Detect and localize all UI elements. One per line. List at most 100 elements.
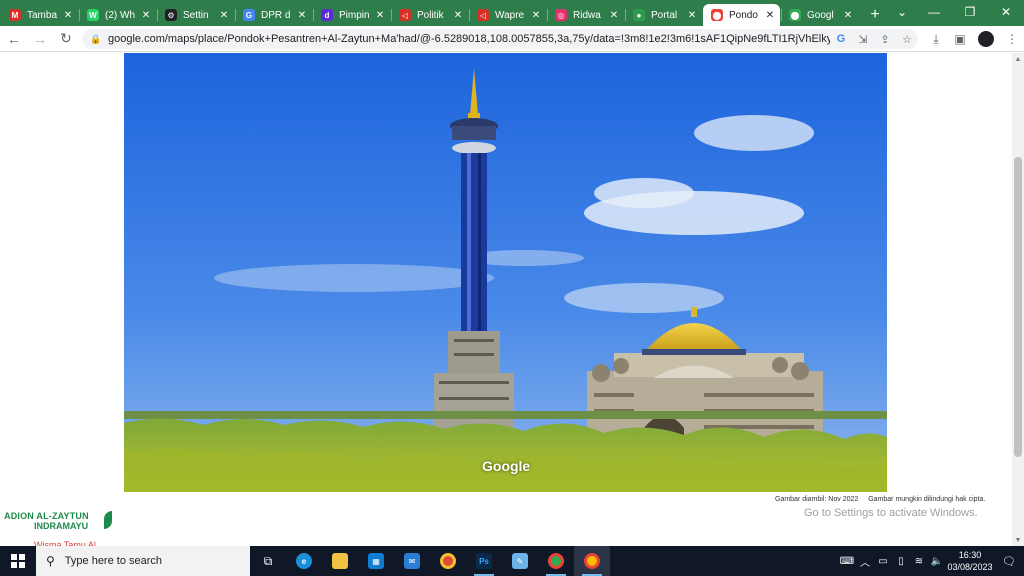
volume-icon[interactable]: 🔈 — [928, 556, 946, 567]
tab-close-icon[interactable]: ✕ — [686, 10, 698, 21]
battery-icon[interactable]: ▭ — [874, 556, 892, 567]
tab-favicon-icon: M — [9, 9, 21, 21]
caption-copyright: Gambar mungkin dilindungi hak cipta. — [868, 496, 986, 503]
page-content: Google Gambar diambil: Nov 2022 Gambar m… — [0, 53, 1024, 550]
tab-title: Pondo — [729, 9, 758, 21]
tab-favicon-icon: ◁ — [477, 9, 489, 21]
close-window-button[interactable]: ✕ — [988, 0, 1024, 24]
tab-favicon-icon: ⬤ — [789, 9, 801, 21]
sidepanel-icon[interactable]: ▣ — [948, 32, 972, 46]
reload-icon[interactable]: ↻ — [54, 27, 78, 51]
activate-windows-watermark: Go to Settings to activate Windows. — [804, 507, 978, 519]
lock-icon[interactable]: 🔒 — [90, 34, 101, 44]
restore-button[interactable]: ❐ — [952, 0, 988, 24]
photo-caption: Gambar diambil: Nov 2022 Gambar mungkin … — [775, 496, 993, 503]
tab-3[interactable]: G DPR d ✕ — [235, 4, 312, 26]
tab-close-icon[interactable]: ✕ — [140, 10, 152, 21]
scroll-down-icon[interactable]: ▼ — [1012, 534, 1024, 546]
tab-close-icon[interactable]: ✕ — [608, 10, 620, 21]
caption-date: Gambar diambil: Nov 2022 — [775, 496, 859, 503]
photoshop-icon[interactable]: Ps — [466, 546, 502, 576]
windows-start-icon[interactable] — [0, 546, 36, 576]
tab-favicon-icon: ⚙ — [165, 9, 177, 21]
mail-icon[interactable]: ✉ — [394, 546, 430, 576]
tab-close-icon[interactable]: ✕ — [62, 10, 74, 21]
tab-favicon-icon: ◎ — [555, 9, 567, 21]
scroll-up-icon[interactable]: ▲ — [1012, 53, 1024, 65]
tab-9[interactable]: ⬤ Pondo ✕ — [703, 4, 780, 26]
tab-8[interactable]: ● Portal ✕ — [625, 4, 702, 26]
notes-app-icon[interactable]: ✎ — [502, 546, 538, 576]
tab-2[interactable]: ⚙ Settin ✕ — [157, 4, 234, 26]
share-icon[interactable]: ⇪ — [874, 33, 896, 46]
tab-title: Ridwa — [573, 9, 601, 21]
site-logo[interactable]: ADION AL-ZAYTUN INDRAMAYU — [4, 511, 112, 535]
tab-close-icon[interactable]: ✕ — [218, 10, 230, 21]
system-tray: ⌨ ︿ ▭ ▯ ≋ 🔈 16:30 03/08/2023 🗨 — [838, 546, 1024, 576]
tab-search-button[interactable]: ⌄ — [884, 0, 920, 24]
tab-5[interactable]: ◁ Politik ✕ — [391, 4, 468, 26]
clock-date: 03/08/2023 — [947, 562, 993, 572]
menu-icon[interactable]: ⋮ — [1000, 32, 1024, 46]
tab-10[interactable]: ⬤ Googl ✕ — [781, 4, 858, 26]
explorer-icon[interactable] — [322, 546, 358, 576]
download-icon[interactable]: ⤓ — [924, 32, 948, 47]
tab-close-icon[interactable]: ✕ — [530, 10, 542, 21]
scroll-thumb[interactable] — [1014, 157, 1022, 457]
device-icon[interactable]: ▯ — [892, 556, 910, 567]
tab-title: Portal — [651, 9, 678, 21]
tab-favicon-icon: ● — [633, 9, 645, 21]
logo-line2: INDRAMAYU — [34, 521, 89, 531]
profile-avatar[interactable] — [978, 31, 994, 47]
tab-favicon-icon: d — [321, 9, 333, 21]
tab-close-icon[interactable]: ✕ — [374, 10, 386, 21]
store-icon[interactable]: ▦ — [358, 546, 394, 576]
tab-close-icon[interactable]: ✕ — [764, 10, 776, 21]
tab-close-icon[interactable]: ✕ — [452, 10, 464, 21]
taskbar-search[interactable]: ⚲ Type here to search — [36, 546, 250, 576]
tab-title: DPR d — [261, 9, 291, 21]
clock-time: 16:30 — [958, 550, 982, 560]
forward-icon[interactable]: → — [28, 27, 52, 51]
tab-4[interactable]: d Pimpin ✕ — [313, 4, 390, 26]
tab-0[interactable]: M Tamba ✕ — [1, 4, 78, 26]
url-text[interactable]: google.com/maps/place/Pondok+Pesantren+A… — [108, 33, 830, 45]
tab-title: Tamba — [27, 9, 58, 21]
google-watermark: Google — [482, 458, 531, 474]
tab-favicon-icon: W — [87, 9, 99, 21]
tab-title: Settin — [183, 9, 209, 21]
tab-title: Wapre — [495, 9, 525, 21]
keyboard-icon[interactable]: ⌨ — [838, 556, 856, 567]
browser-window: M Tamba ✕ W (2) Wh ✕ ⚙ Settin ✕ G DPR d ✕ d Pimpin ✕ ◁ P… — [0, 0, 1024, 576]
tab-7[interactable]: ◎ Ridwa ✕ — [547, 4, 624, 26]
tab-title: Googl — [807, 9, 834, 21]
search-icon: ⚲ — [46, 554, 55, 568]
page-scrollbar[interactable]: ▲ ▼ — [1012, 53, 1024, 546]
notification-icon[interactable]: 🗨 — [994, 555, 1024, 568]
tab-1[interactable]: W (2) Wh ✕ — [79, 4, 156, 26]
chrome-icon[interactable] — [430, 546, 466, 576]
browser-toolbar: ← → ↻ 🔒 google.com/maps/place/Pondok+Pes… — [0, 26, 1024, 52]
back-icon[interactable]: ← — [2, 27, 26, 51]
tab-6[interactable]: ◁ Wapre ✕ — [469, 4, 546, 26]
clock[interactable]: 16:30 03/08/2023 — [946, 549, 994, 573]
chrome-profile-icon[interactable] — [538, 546, 574, 576]
chrome-active-icon[interactable] — [574, 546, 610, 576]
show-hidden-icon[interactable]: ︿ — [856, 554, 874, 569]
search-placeholder: Type here to search — [64, 555, 163, 567]
tab-title: (2) Wh — [105, 9, 135, 21]
tab-close-icon[interactable]: ✕ — [296, 10, 308, 21]
google-lens-icon[interactable]: G — [830, 33, 852, 45]
street-view-photo[interactable]: Google — [124, 53, 887, 492]
bookmark-icon[interactable]: ☆ — [896, 33, 918, 46]
edge-icon[interactable]: e — [286, 546, 322, 576]
tab-close-icon[interactable]: ✕ — [842, 10, 854, 21]
install-icon[interactable]: ⇲ — [852, 33, 874, 46]
wifi-icon[interactable]: ≋ — [910, 556, 928, 567]
logo-line1: ADION AL-ZAYTUN — [4, 511, 89, 521]
address-bar[interactable]: 🔒 google.com/maps/place/Pondok+Pesantren… — [82, 29, 918, 49]
task-view-icon[interactable]: ⧉ — [250, 546, 286, 576]
minimize-button[interactable]: — — [916, 0, 952, 24]
tab-favicon-icon: G — [243, 9, 255, 21]
tab-favicon-icon: ⬤ — [711, 9, 723, 21]
